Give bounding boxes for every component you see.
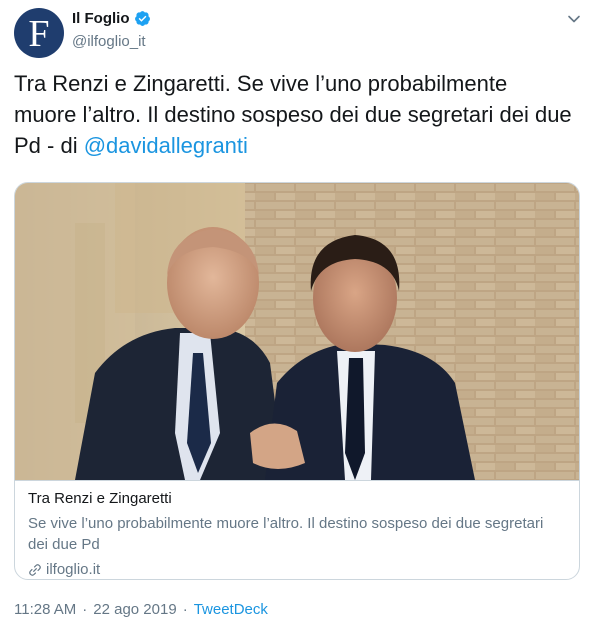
- link-card[interactable]: Tra Renzi e Zingaretti Se vive l’uno pro…: [14, 182, 580, 580]
- avatar[interactable]: F: [14, 8, 64, 58]
- card-domain-text: ilfoglio.it: [46, 561, 101, 578]
- author-name-text: Il Foglio: [72, 10, 130, 27]
- chevron-down-icon[interactable]: [567, 12, 581, 26]
- verified-badge-icon: [134, 11, 150, 26]
- card-title: Tra Renzi e Zingaretti: [28, 490, 172, 507]
- card-divider: [15, 480, 579, 481]
- meta-separator: ·: [82, 601, 88, 618]
- tweet-text: Tra Renzi e Zingaretti. Se vive l’uno pr…: [14, 68, 574, 161]
- tweet-source-link[interactable]: TweetDeck: [194, 601, 268, 618]
- tweet-date[interactable]: 22 ago 2019: [93, 601, 176, 618]
- card-image: [15, 183, 579, 480]
- link-icon: [29, 563, 41, 576]
- avatar-letter: F: [28, 13, 50, 55]
- tweet-meta: 11:28 AM · 22 ago 2019 · TweetDeck: [14, 601, 268, 618]
- author-name[interactable]: Il Foglio: [72, 10, 151, 27]
- card-description: Se vive l’uno probabilmente muore l’altr…: [28, 515, 544, 553]
- card-body: Tra Renzi e Zingaretti Se vive l’uno pro…: [28, 489, 567, 578]
- mention-link[interactable]: @davidallegranti: [84, 133, 248, 158]
- tweet-time[interactable]: 11:28 AM: [14, 601, 76, 618]
- meta-separator-2: ·: [182, 601, 188, 618]
- card-domain: ilfoglio.it: [28, 561, 567, 578]
- author-handle[interactable]: @ilfoglio_it: [72, 33, 146, 50]
